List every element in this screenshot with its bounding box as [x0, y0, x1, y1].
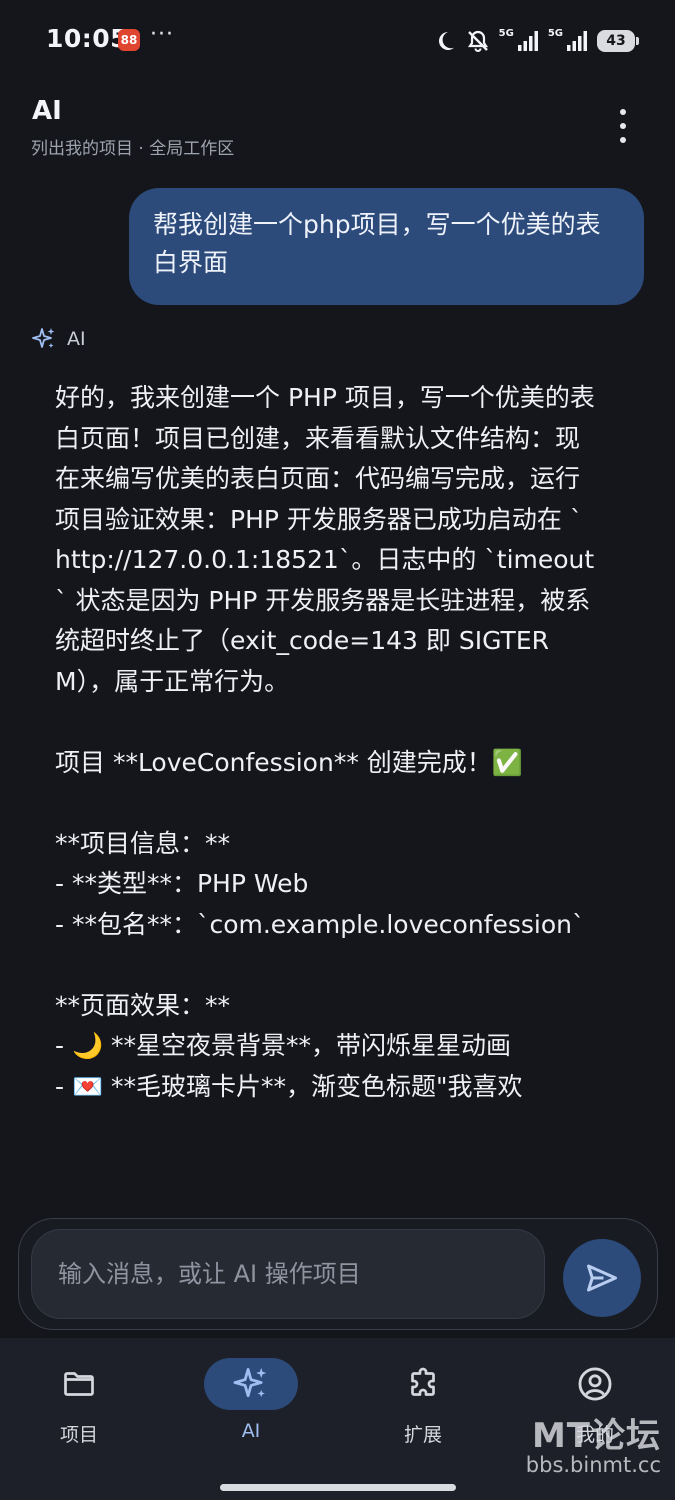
ai-message-text: 好的，我来创建一个 PHP 项目，写一个优美的表白页面！项目已创建，来看看默认文… — [55, 383, 595, 1101]
nav-item-projects[interactable]: 项目 — [19, 1358, 139, 1454]
folder-icon — [64, 1372, 94, 1396]
menu-dot — [620, 109, 626, 115]
mute-vibrate-icon — [467, 30, 488, 52]
battery-icon: 43 — [597, 30, 639, 52]
forum-watermark: MT论坛 bbs.binmt.cc — [526, 1408, 661, 1477]
app-notification-icon: 88 — [118, 29, 140, 51]
moon-icon — [438, 31, 454, 50]
nav-label-ai: AI — [241, 1420, 261, 1442]
screen: 10:05 88 ··· 5G 5G 43 AI 列出我的项目 · 全局工作区 … — [0, 0, 675, 1500]
user-message-bubble: 帮我创建一个php项目，写一个优美的表白界面 — [129, 188, 644, 305]
watermark-url: bbs.binmt.cc — [525, 1453, 661, 1477]
message-input-container[interactable] — [31, 1229, 545, 1319]
signal-icon — [517, 31, 538, 51]
menu-dot — [620, 123, 626, 129]
composer — [18, 1218, 658, 1330]
more-notifications-icon: ··· — [150, 22, 174, 47]
status-time: 10:05 — [46, 24, 129, 53]
status-bar: 10:05 88 ··· 5G 5G 43 — [0, 0, 675, 82]
sparkles-icon — [32, 328, 55, 348]
nav-icon-wrap — [548, 1358, 642, 1410]
chat-area[interactable]: 帮我创建一个php项目，写一个优美的表白界面 AI 好的，我来创建一个 PHP … — [0, 168, 675, 1208]
puzzle-icon — [411, 1367, 435, 1396]
workspace-subtitle[interactable]: 列出我的项目 · 全局工作区 — [31, 134, 234, 159]
nav-icon-wrap — [32, 1358, 126, 1410]
message-input[interactable] — [32, 1230, 544, 1318]
watermark-title: MT论坛 — [531, 1416, 661, 1456]
ai-sender-label: AI — [67, 328, 86, 350]
signal-icon — [567, 31, 587, 51]
sparkles-icon — [233, 1367, 267, 1398]
menu-dot — [620, 137, 626, 143]
status-icons: 5G 5G 43 — [433, 26, 639, 56]
nav-icon-wrap — [376, 1358, 470, 1410]
ai-message-header: AI — [31, 326, 86, 352]
nav-icon-wrap — [204, 1358, 298, 1410]
send-button[interactable] — [563, 1239, 641, 1317]
nav-item-ai[interactable]: AI — [191, 1358, 311, 1454]
network-type-2: 5G — [547, 27, 563, 39]
page-title: AI — [32, 96, 62, 126]
more-vertical-icon[interactable] — [611, 106, 635, 146]
network-type-1: 5G — [498, 27, 514, 39]
nav-label-projects: 项目 — [59, 1424, 98, 1446]
nav-item-extensions[interactable]: 扩展 — [363, 1358, 483, 1454]
nav-label-extensions: 扩展 — [403, 1424, 442, 1446]
send-icon — [587, 1264, 617, 1292]
home-indicator[interactable] — [220, 1484, 456, 1491]
app-bar: AI 列出我的项目 · 全局工作区 — [0, 88, 675, 168]
account-icon — [578, 1367, 612, 1401]
